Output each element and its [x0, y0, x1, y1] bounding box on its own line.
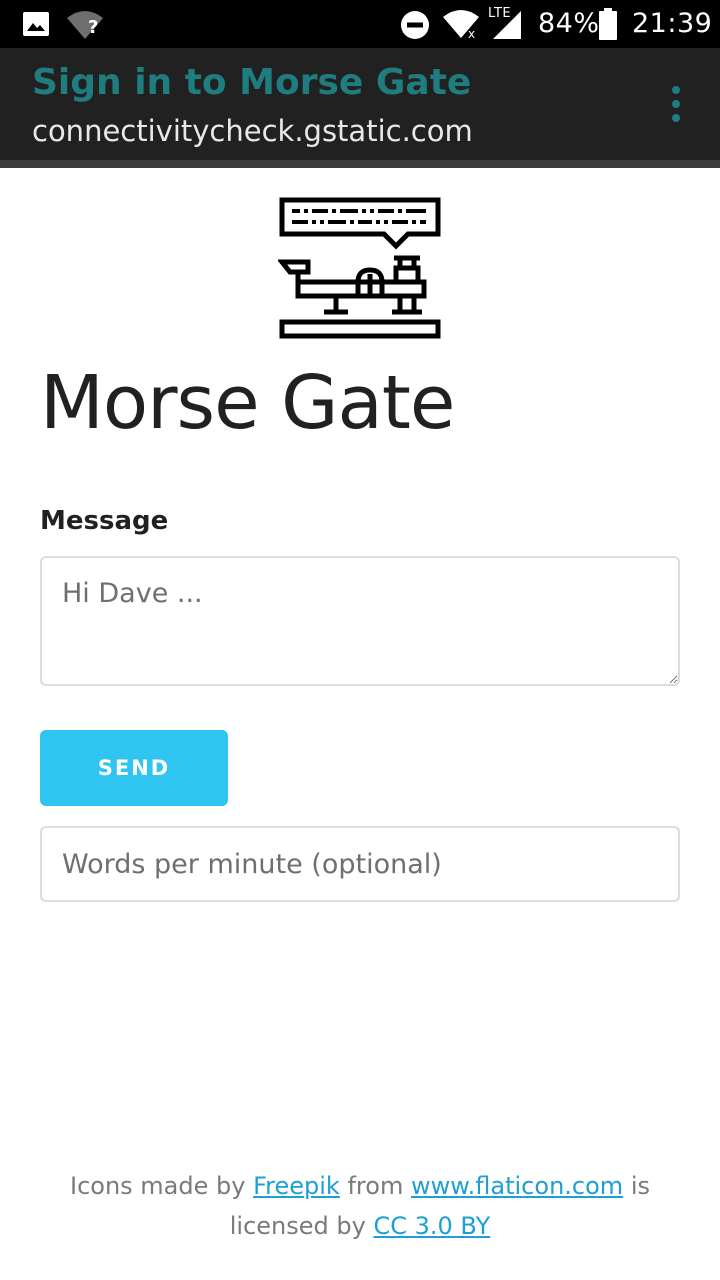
overflow-menu-button[interactable]	[656, 82, 696, 126]
message-label: Message	[40, 506, 169, 536]
footer-text: Icons made by	[70, 1172, 246, 1200]
morse-telegraph-icon	[278, 197, 441, 339]
freepik-link[interactable]: Freepik	[253, 1172, 340, 1200]
do-not-disturb-icon	[401, 11, 429, 39]
message-input[interactable]	[40, 556, 680, 686]
wifi-unknown-mark: ?	[88, 17, 99, 38]
words-per-minute-input[interactable]	[40, 826, 680, 902]
clock: 21:39	[632, 8, 713, 39]
flaticon-link[interactable]: www.flaticon.com	[411, 1172, 623, 1200]
app-header: Sign in to Morse Gate connectivitycheck.…	[0, 48, 720, 160]
header-divider	[0, 160, 720, 168]
battery-percent: 84%	[538, 8, 600, 39]
svg-text:x: x	[468, 27, 475, 39]
signal-icon	[493, 11, 521, 39]
send-button[interactable]: SEND	[40, 730, 228, 806]
attribution-footer: Icons made by Freepik from www.flaticon.…	[20, 1166, 700, 1246]
footer-text: from	[347, 1172, 404, 1200]
header-url: connectivitycheck.gstatic.com	[32, 114, 473, 148]
wifi-x-icon: x	[443, 10, 479, 39]
status-bar: ? x LTE 84% 21:39	[0, 0, 720, 48]
page-title: Morse Gate	[40, 360, 455, 446]
image-icon	[23, 12, 49, 36]
battery-icon	[599, 8, 617, 40]
header-title: Sign in to Morse Gate	[32, 62, 472, 103]
license-link[interactable]: CC 3.0 BY	[373, 1212, 490, 1240]
overflow-menu-icon	[672, 86, 680, 122]
